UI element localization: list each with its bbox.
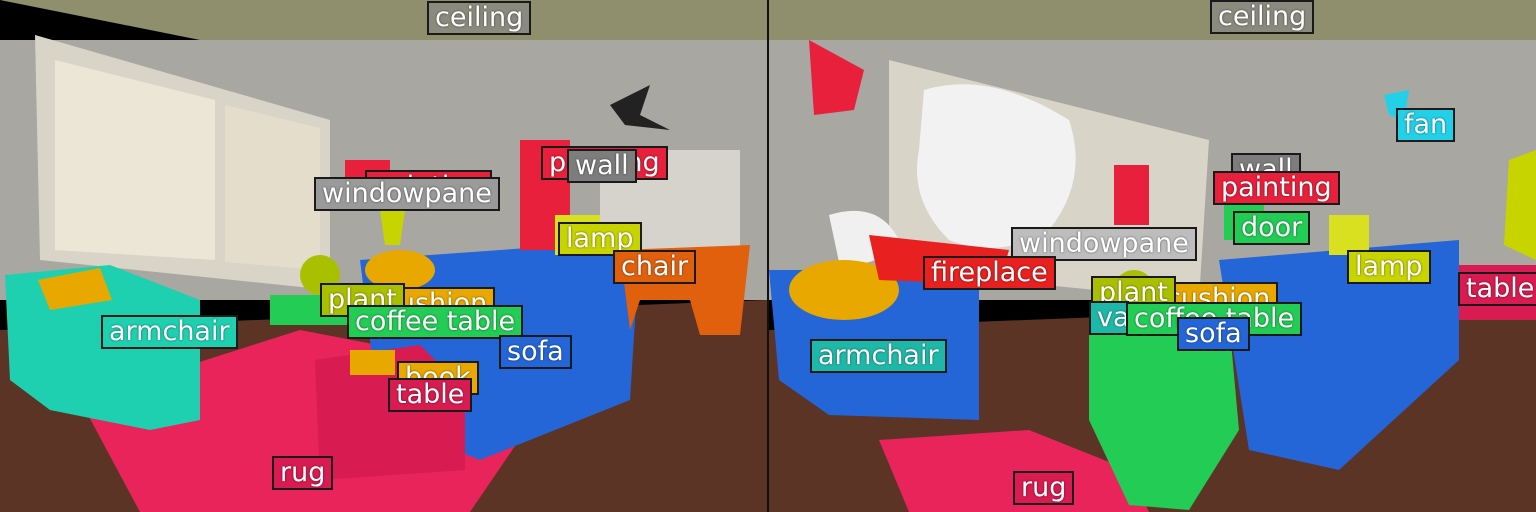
label-rug: rug — [272, 456, 334, 490]
label-lamp: lamp — [1347, 250, 1431, 284]
label-door: door — [1233, 211, 1311, 245]
label-painting: painting — [1213, 171, 1340, 205]
label-ceiling: ceiling — [427, 1, 532, 35]
label-chair: chair — [613, 250, 697, 284]
label-windowpane: windowpane — [314, 177, 500, 211]
label-vase: vase — [1089, 301, 1129, 335]
label-ceiling: ceiling — [1210, 0, 1315, 34]
label-sofa: sofa — [499, 335, 572, 369]
label-fan: fan — [1396, 108, 1456, 142]
label-table: table — [1458, 272, 1536, 306]
label-armchair: armchair — [810, 339, 947, 373]
label-rug: rug — [1013, 471, 1075, 505]
label-coffee-table: coffee table — [347, 305, 524, 339]
label-fireplace: fireplace — [923, 256, 1056, 290]
segmentation-comparison: ceiling painting painting wall windowpan… — [0, 0, 1536, 512]
label-wall: wall — [567, 149, 637, 183]
label-table: table — [388, 378, 473, 412]
label-sofa: sofa — [1177, 317, 1250, 351]
label-armchair: armchair — [101, 315, 238, 349]
